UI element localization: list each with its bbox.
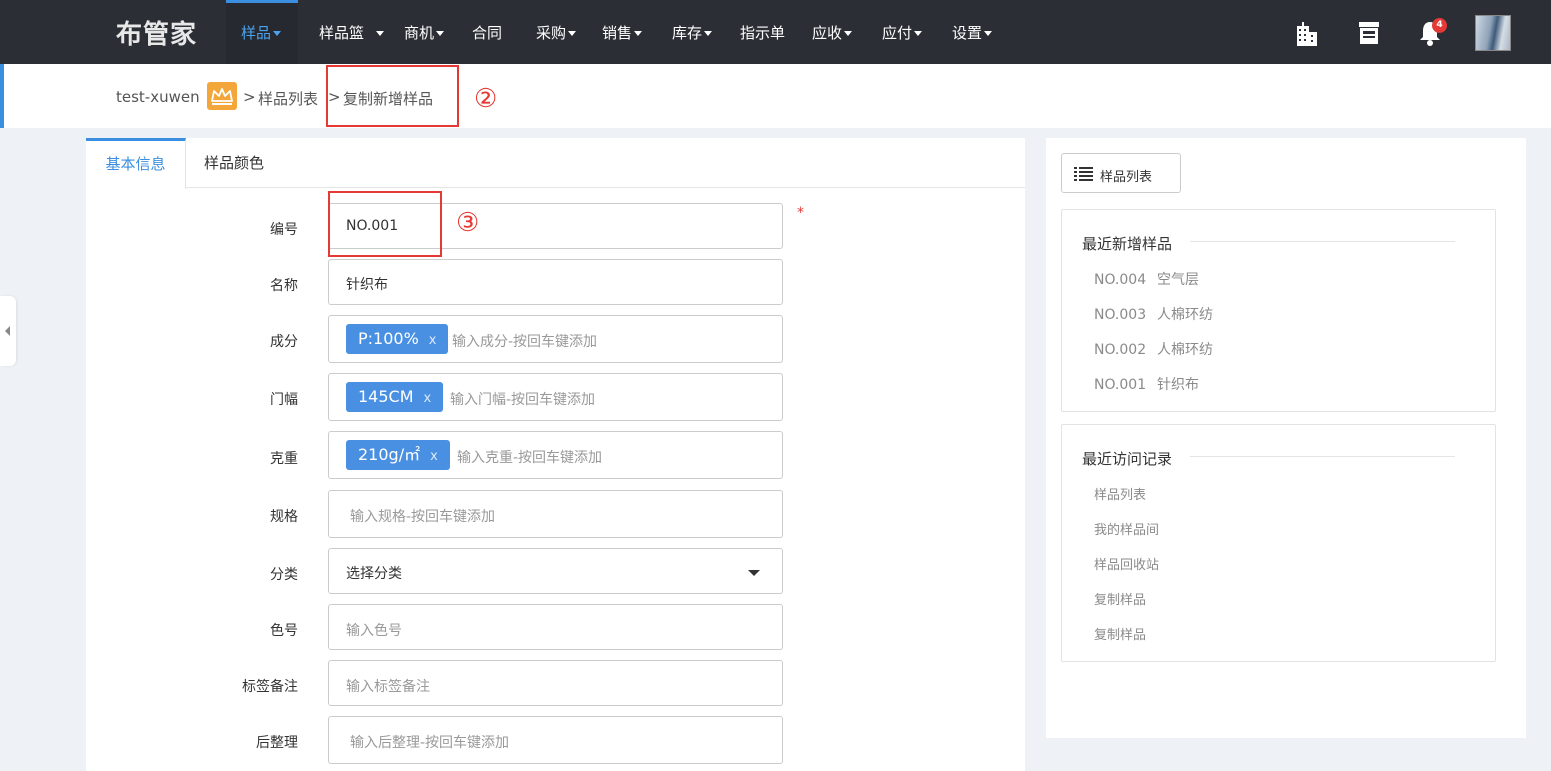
composition-tag-remove-icon[interactable]: x bbox=[429, 333, 437, 348]
weight-field[interactable]: 210g/㎡ x 输入克重-按回车键添加 bbox=[328, 431, 783, 479]
nav-sample-basket[interactable]: 样品篮 bbox=[298, 0, 394, 64]
annotation-number-3: ③ bbox=[456, 208, 480, 238]
sample-list-button[interactable]: 样品列表 bbox=[1061, 153, 1181, 193]
breadcrumb-sep: > bbox=[243, 88, 256, 106]
nav-purchase[interactable]: 采购 bbox=[532, 0, 602, 64]
breadcrumb-sample-list[interactable]: 样品列表 bbox=[258, 88, 318, 109]
divider bbox=[1190, 241, 1455, 242]
nav-samples[interactable]: 样品 bbox=[226, 0, 298, 64]
sidebar-toggle-handle[interactable] bbox=[0, 296, 16, 366]
spec-input[interactable]: 输入规格-按回车键添加 bbox=[350, 506, 495, 526]
main-nav: 样品 样品篮 商机 合同 采购 销售 库存 指示单 应收 应付 设置 bbox=[226, 0, 1022, 64]
nav-sales[interactable]: 销售 bbox=[602, 0, 672, 64]
visit-item[interactable]: 复制样品 bbox=[1094, 624, 1146, 643]
width-input[interactable]: 输入门幅-按回车键添加 bbox=[450, 389, 595, 409]
weight-input[interactable]: 输入克重-按回车键添加 bbox=[457, 447, 602, 467]
sample-list-button-label: 样品列表 bbox=[1100, 170, 1153, 185]
crown-icon bbox=[207, 82, 237, 110]
notification-badge: 4 bbox=[1432, 18, 1447, 33]
divider bbox=[1190, 456, 1455, 457]
nav-opportunity[interactable]: 商机 bbox=[394, 0, 470, 64]
visit-item[interactable]: 样品回收站 bbox=[1094, 554, 1159, 573]
finishing-field[interactable]: 输入后整理-按回车键添加 bbox=[328, 716, 783, 764]
tab-basic-info[interactable]: 基本信息 bbox=[86, 138, 186, 189]
store-icon[interactable] bbox=[1357, 0, 1381, 64]
nav-receivable[interactable]: 应收 bbox=[812, 0, 882, 64]
nav-settings[interactable]: 设置 bbox=[952, 0, 1022, 64]
nav-payable[interactable]: 应付 bbox=[882, 0, 952, 64]
visit-item[interactable]: 我的样品间 bbox=[1094, 519, 1159, 538]
width-field[interactable]: 145CM x 输入门幅-按回车键添加 bbox=[328, 373, 783, 421]
recent-samples-box: 最近新增样品 NO.004 空气层 NO.003 人棉环纺 NO.002 人棉环纺 N… bbox=[1061, 209, 1496, 412]
width-label: 门幅 bbox=[270, 392, 298, 408]
visit-item[interactable]: 复制样品 bbox=[1094, 589, 1146, 608]
category-value: 选择分类 bbox=[346, 566, 402, 582]
color-no-input[interactable]: 输入色号 bbox=[346, 620, 402, 640]
tag-note-field[interactable]: 输入标签备注 bbox=[328, 660, 783, 706]
tag-note-input[interactable]: 输入标签备注 bbox=[346, 676, 430, 696]
nav-contract[interactable]: 合同 bbox=[470, 0, 532, 64]
tag-note-label: 标签备注 bbox=[242, 679, 298, 695]
code-label: 编号 bbox=[270, 222, 298, 238]
name-field[interactable]: 针织布 bbox=[328, 259, 783, 305]
composition-label: 成分 bbox=[270, 334, 298, 350]
category-label: 分类 bbox=[270, 567, 298, 583]
width-tag-remove-icon[interactable]: x bbox=[424, 391, 432, 406]
annotation-box-3 bbox=[328, 191, 442, 257]
annotation-box-2 bbox=[326, 65, 459, 127]
recent-visits-box: 最近访问记录 样品列表 我的样品间 样品回收站 复制样品 复制样品 bbox=[1061, 424, 1496, 662]
required-marker: * bbox=[797, 205, 804, 221]
building-icon[interactable] bbox=[1294, 0, 1320, 64]
recent-sample-item[interactable]: NO.002 人棉环纺 bbox=[1094, 339, 1213, 359]
weight-tag-remove-icon[interactable]: x bbox=[430, 449, 438, 464]
top-navbar: 布管家 样品 样品篮 商机 合同 采购 销售 库存 指示单 应收 应付 设置 4 bbox=[0, 0, 1551, 64]
recent-sample-item[interactable]: NO.003 人棉环纺 bbox=[1094, 304, 1213, 324]
nav-inventory[interactable]: 库存 bbox=[672, 0, 740, 64]
app-logo[interactable]: 布管家 bbox=[116, 14, 197, 51]
color-no-field[interactable]: 输入色号 bbox=[328, 604, 783, 650]
breadcrumb-user[interactable]: test-xuwen bbox=[116, 88, 200, 106]
nav-instruction[interactable]: 指示单 bbox=[740, 0, 812, 64]
category-select[interactable]: 选择分类 bbox=[328, 548, 783, 594]
composition-tag: P:100% x bbox=[346, 324, 449, 354]
tab-bar: 基本信息 样品颜色 bbox=[86, 138, 1025, 189]
composition-field[interactable]: P:100% x 输入成分-按回车键添加 bbox=[328, 315, 783, 363]
recent-sample-item[interactable]: NO.004 空气层 bbox=[1094, 269, 1199, 289]
finishing-label: 后整理 bbox=[256, 735, 298, 751]
weight-tag: 210g/㎡ x bbox=[346, 440, 450, 470]
annotation-number-2: ② bbox=[474, 84, 498, 114]
color-no-label: 色号 bbox=[270, 623, 298, 639]
recent-sample-item[interactable]: NO.001 针织布 bbox=[1094, 374, 1199, 394]
name-label: 名称 bbox=[270, 278, 298, 294]
recent-samples-title: 最近新增样品 bbox=[1082, 235, 1173, 253]
list-icon bbox=[1074, 167, 1093, 181]
spec-label: 规格 bbox=[270, 509, 298, 525]
name-value: 针织布 bbox=[346, 277, 388, 293]
composition-input[interactable]: 输入成分-按回车键添加 bbox=[452, 331, 597, 351]
chevron-down-icon bbox=[748, 570, 760, 576]
weight-label: 克重 bbox=[270, 451, 298, 467]
recent-visits-title: 最近访问记录 bbox=[1082, 450, 1173, 468]
avatar[interactable] bbox=[1475, 15, 1511, 51]
visit-item[interactable]: 样品列表 bbox=[1094, 484, 1146, 503]
spec-field[interactable]: 输入规格-按回车键添加 bbox=[328, 490, 783, 538]
tab-sample-color[interactable]: 样品颜色 bbox=[204, 138, 264, 188]
width-tag: 145CM x bbox=[346, 382, 444, 412]
bell-icon[interactable]: 4 bbox=[1418, 0, 1447, 64]
finishing-input[interactable]: 输入后整理-按回车键添加 bbox=[350, 732, 509, 752]
